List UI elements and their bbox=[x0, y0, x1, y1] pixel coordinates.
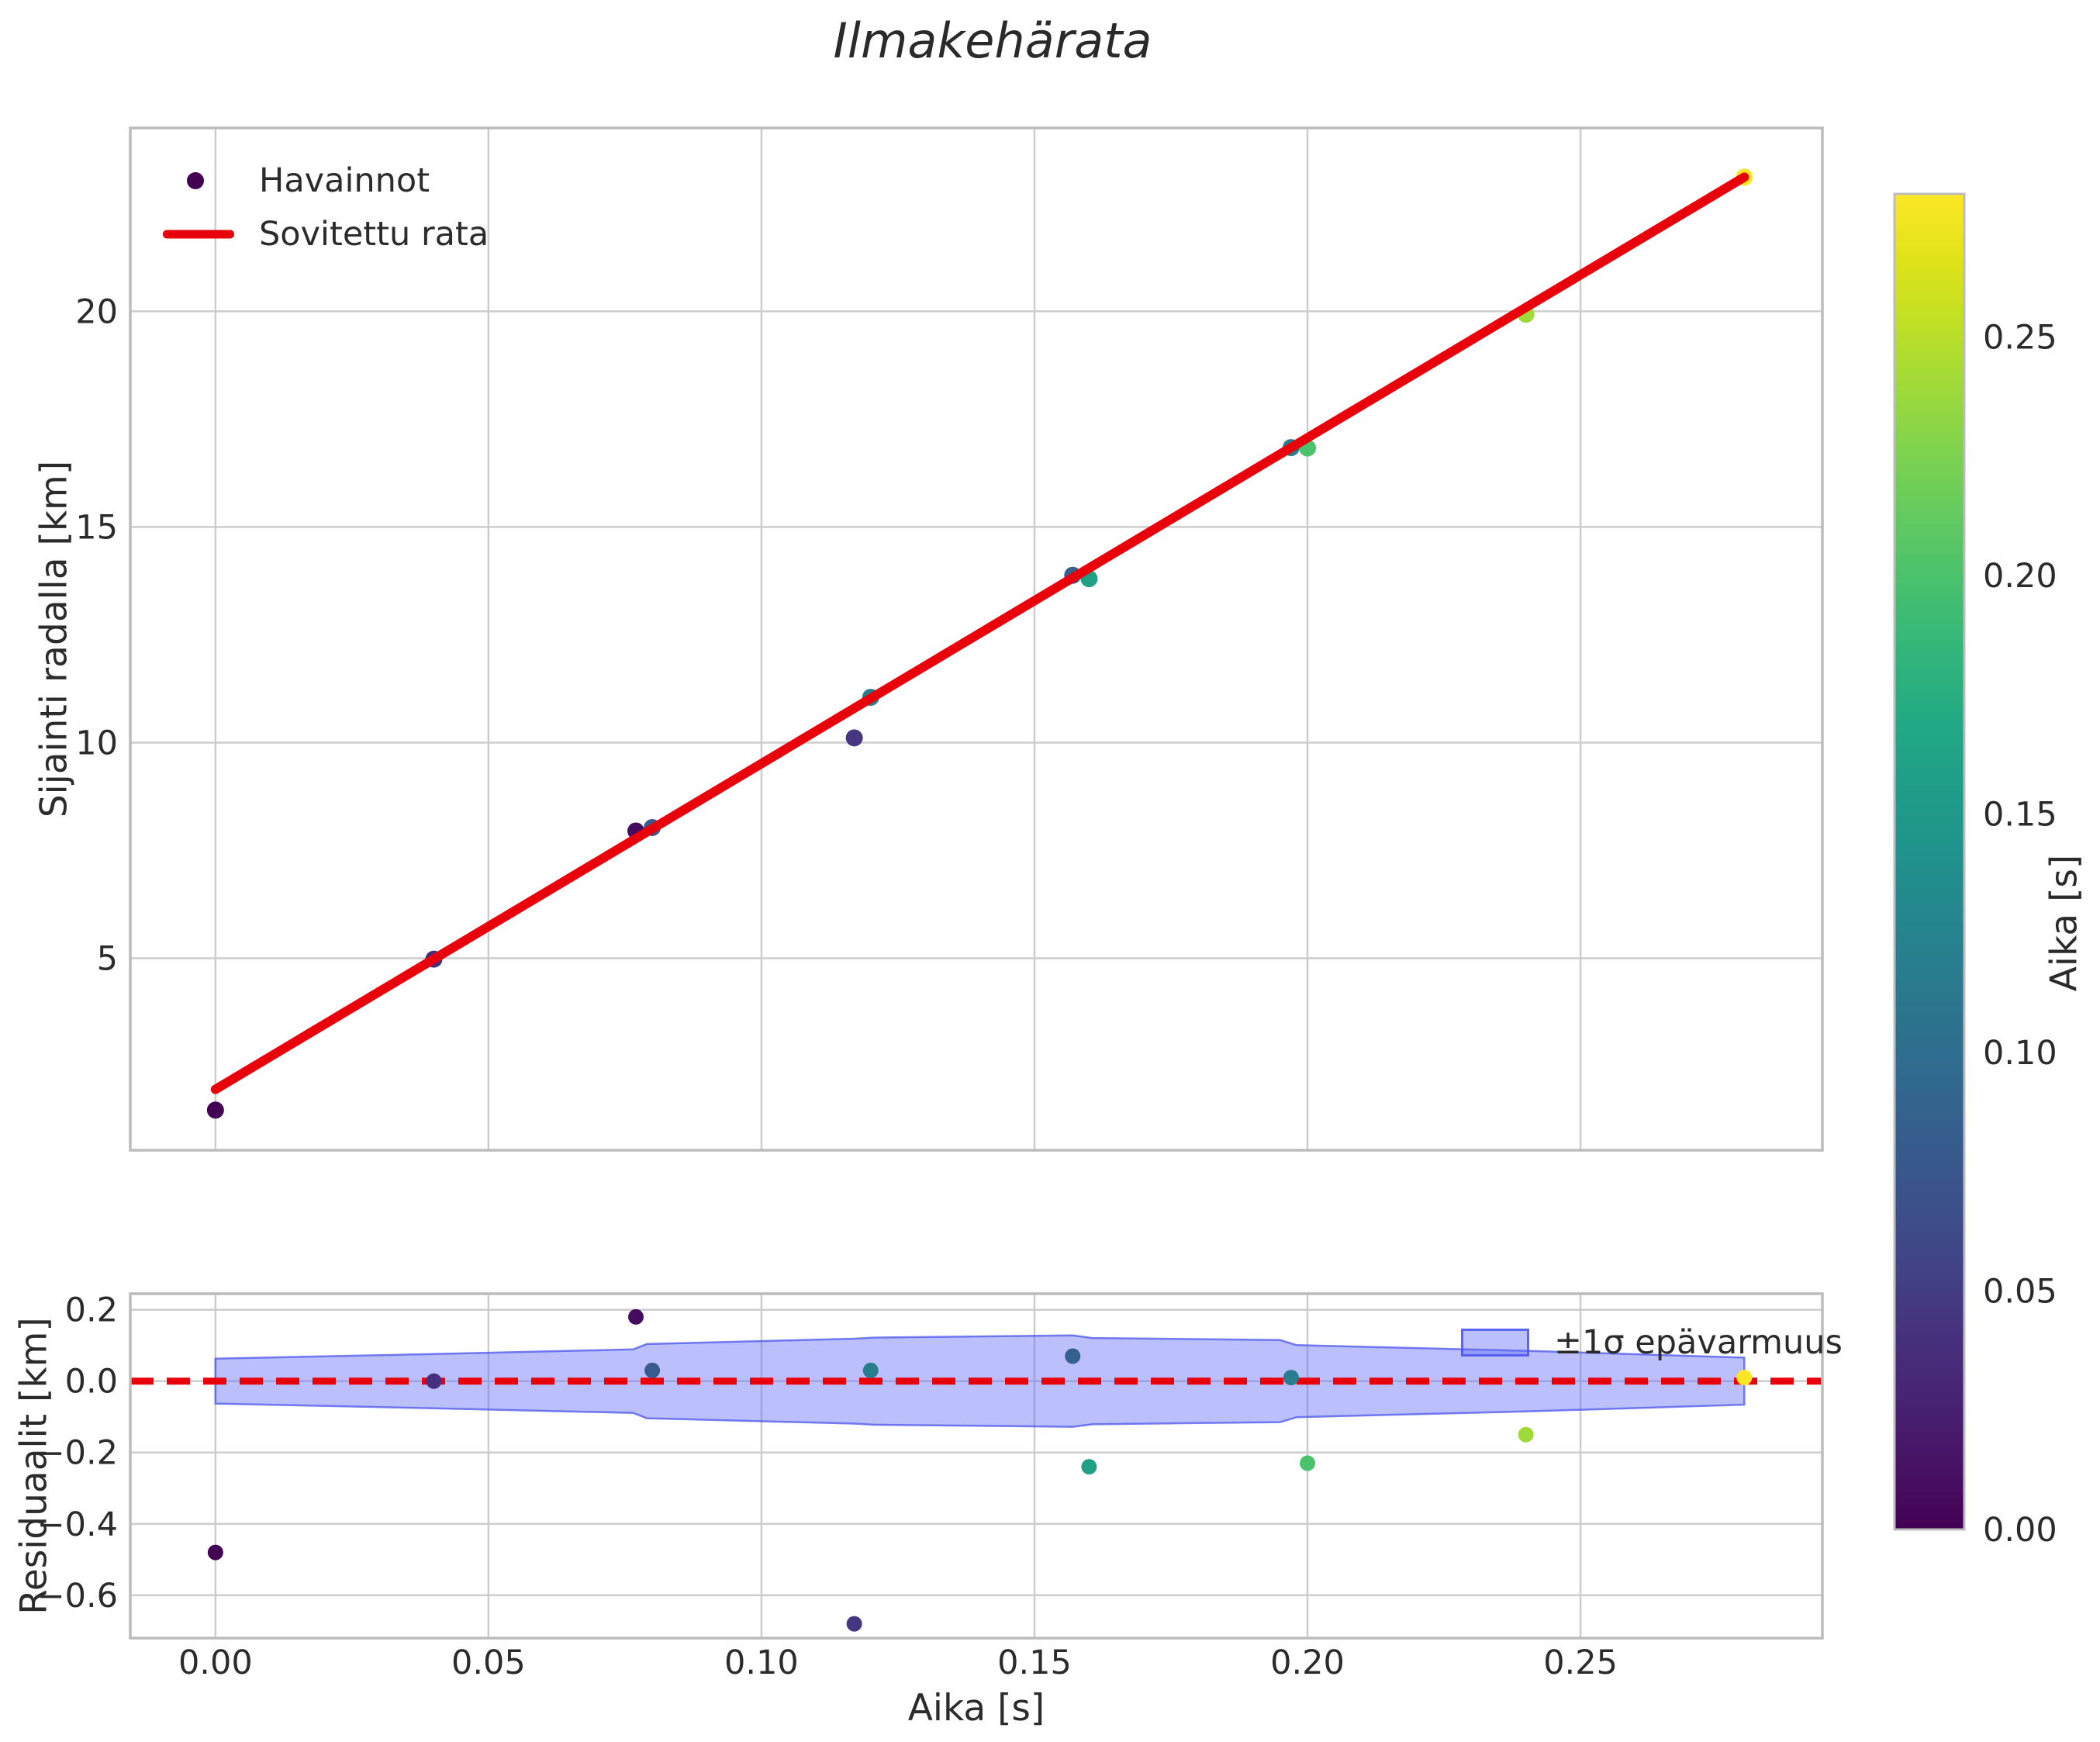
main-y-tick-label: 5 bbox=[97, 940, 118, 979]
observation-point bbox=[845, 729, 863, 747]
plot-canvas: 0.00 0.05 0.10 0.15 0.20 0.2551015200.20.0−0.… bbox=[37, 126, 2057, 1682]
uncertainty-band-label: ±1σ epävarmuus bbox=[1554, 1323, 1843, 1362]
legend-label-sovitettu-rata: Sovitettu rata bbox=[259, 215, 489, 254]
x-tick-label: 0.15 bbox=[997, 1643, 1072, 1682]
main-panel bbox=[129, 126, 1824, 1152]
x-axis-label: Aika [s] bbox=[907, 1687, 1045, 1730]
residual-y-tick-label: 0.2 bbox=[65, 1291, 118, 1330]
x-tick-label: 0.20 bbox=[1270, 1643, 1345, 1682]
colorbar bbox=[1893, 192, 1966, 1531]
residual-point bbox=[1081, 1459, 1097, 1475]
x-tick-label: 0.05 bbox=[451, 1643, 526, 1682]
colorbar-tick-label: 0.10 bbox=[1983, 1034, 2057, 1073]
colorbar-tick-label: 0.15 bbox=[1983, 796, 2057, 835]
main-y-tick-label: 20 bbox=[75, 292, 118, 331]
residual-point bbox=[627, 1308, 644, 1325]
residual-point bbox=[1518, 1426, 1534, 1443]
x-tick-label: 0.00 bbox=[178, 1643, 253, 1682]
x-tick-label: 0.10 bbox=[724, 1643, 799, 1682]
observation-point bbox=[206, 1101, 224, 1119]
residual-point bbox=[644, 1362, 661, 1378]
uncertainty-band-swatch bbox=[1461, 1329, 1529, 1357]
residual-point bbox=[426, 1373, 442, 1389]
residual-point bbox=[846, 1616, 862, 1632]
residual-point bbox=[1736, 1370, 1753, 1386]
chart-title: Ilmakehärata bbox=[833, 12, 1152, 69]
residual-y-axis-label: Residuaalit [km] bbox=[12, 1317, 56, 1615]
colorbar-gradient bbox=[1894, 194, 1964, 1529]
residual-point bbox=[862, 1362, 879, 1378]
colorbar-tick-label: 0.00 bbox=[1983, 1511, 2057, 1550]
legend-line-sovitettu-rata bbox=[163, 230, 234, 239]
legend-label-havainnot: Havainnot bbox=[259, 161, 430, 200]
fitted-line bbox=[210, 172, 1749, 1094]
residual-point bbox=[1065, 1348, 1081, 1364]
main-y-tick-label: 10 bbox=[75, 724, 118, 762]
legend-marker-havainnot bbox=[187, 172, 204, 189]
residual-point bbox=[1283, 1370, 1299, 1386]
colorbar-label: Aika [s] bbox=[2043, 854, 2086, 992]
colorbar-tick-label: 0.20 bbox=[1983, 557, 2057, 596]
residual-y-tick-label: 0.0 bbox=[65, 1363, 118, 1402]
colorbar-tick-label: 0.25 bbox=[1983, 319, 2057, 358]
colorbar-tick-label: 0.05 bbox=[1983, 1273, 2057, 1312]
figure: 0.00 0.05 0.10 0.15 0.20 0.25 5 10 15 20 0.2 0.0 −0.… bbox=[0, 0, 2100, 1742]
main-y-axis-label: Sijainti radalla [km] bbox=[33, 460, 76, 818]
residual-point bbox=[1300, 1455, 1316, 1471]
residual-point bbox=[207, 1544, 223, 1561]
main-y-tick-label: 15 bbox=[75, 508, 118, 547]
x-tick-label: 0.25 bbox=[1543, 1643, 1618, 1682]
tick-labels: 0.00 0.05 0.10 0.15 0.20 0.2551015200.20.0−0.… bbox=[37, 292, 2057, 1682]
